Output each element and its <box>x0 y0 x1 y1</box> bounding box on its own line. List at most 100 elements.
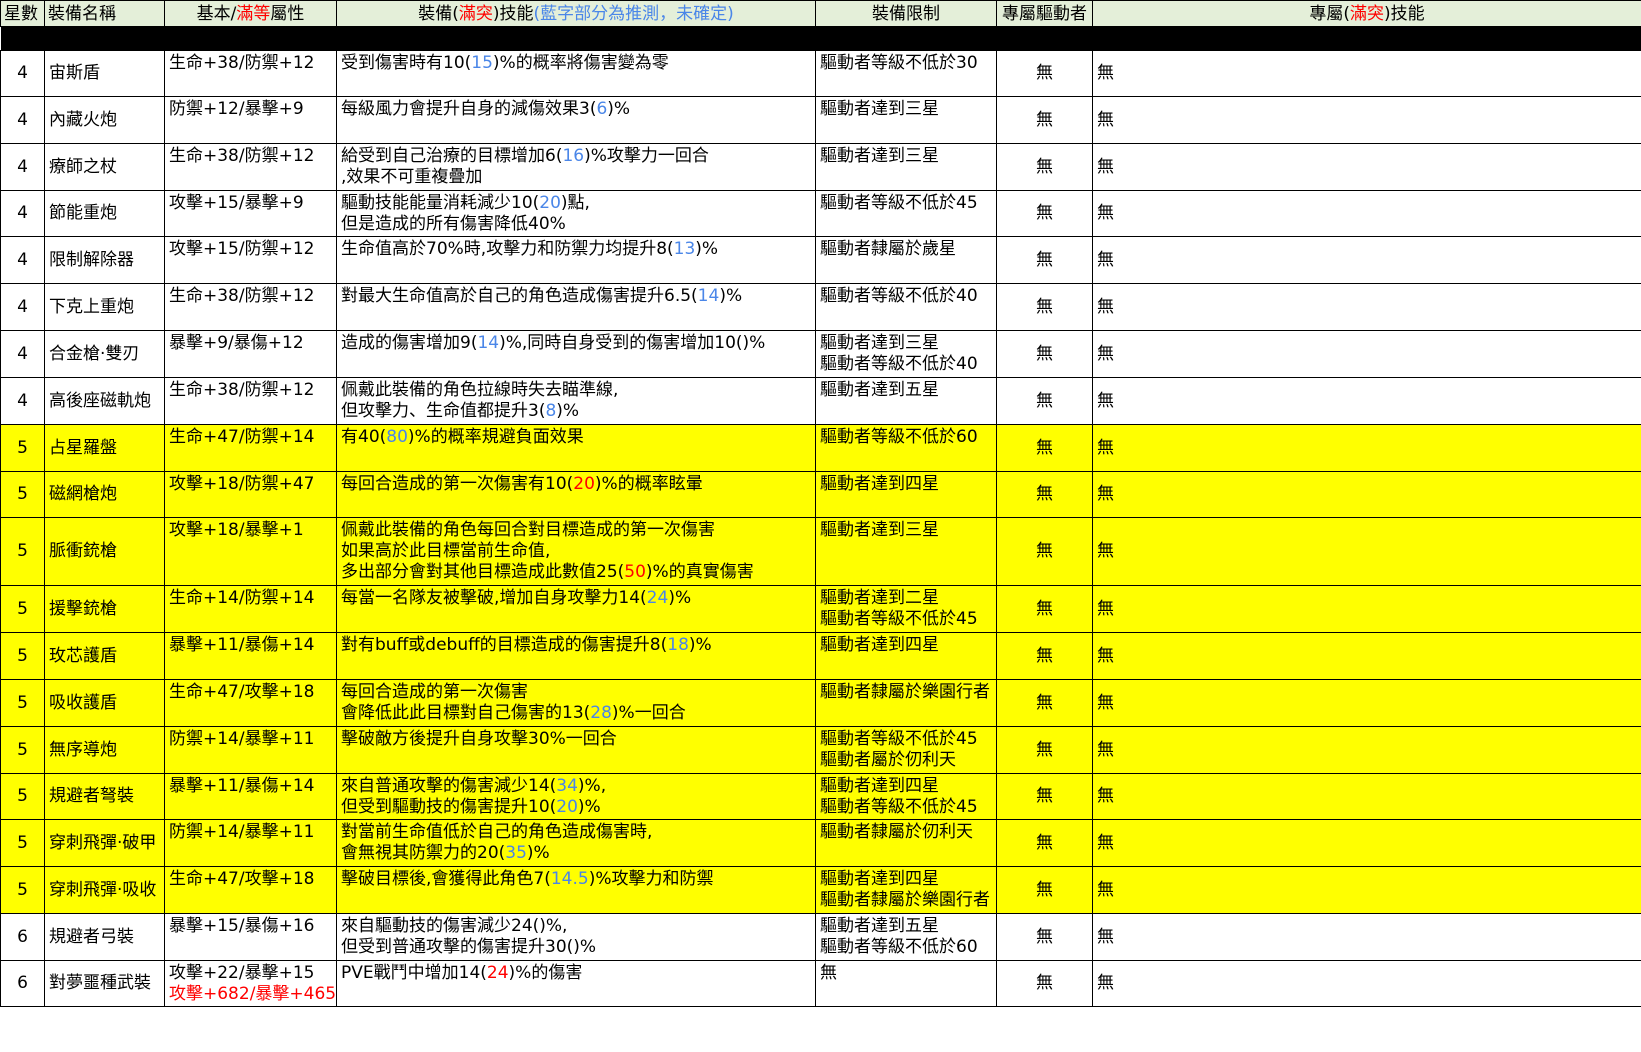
equipment-name-cell[interactable]: 玫芯護盾 <box>44 632 165 680</box>
star-cell[interactable]: 4 <box>0 190 45 237</box>
header-limit[interactable]: 裝備限制 <box>815 0 997 27</box>
stat-cell[interactable]: 生命+38/防禦+12 <box>164 377 337 425</box>
star-cell[interactable]: 5 <box>0 424 45 472</box>
star-cell[interactable]: 5 <box>0 585 45 633</box>
exclusive-skill-cell[interactable]: 無 <box>1092 424 1641 472</box>
header-name[interactable]: 裝備名稱 <box>44 0 165 27</box>
limit-cell[interactable]: 驅動者達到五星 <box>815 377 997 425</box>
exclusive-driver-cell[interactable]: 無 <box>996 726 1093 774</box>
star-cell[interactable]: 4 <box>0 143 45 191</box>
limit-cell[interactable]: 驅動者達到三星 驅動者等級不低於40 <box>815 330 997 378</box>
exclusive-driver-cell[interactable]: 無 <box>996 236 1093 284</box>
stat-cell[interactable]: 防禦+14/暴擊+11 <box>164 726 337 774</box>
skill-cell[interactable]: 擊破敵方後提升自身攻擊30%一回合 <box>336 726 816 774</box>
exclusive-driver-cell[interactable]: 無 <box>996 913 1093 961</box>
stat-cell[interactable]: 攻擊+18/暴擊+1 <box>164 517 337 586</box>
limit-cell[interactable]: 驅動者隸屬於歲星 <box>815 236 997 284</box>
exclusive-skill-cell[interactable]: 無 <box>1092 773 1641 820</box>
stat-cell[interactable]: 攻擊+15/防禦+12 <box>164 236 337 284</box>
stat-cell[interactable]: 暴擊+9/暴傷+12 <box>164 330 337 378</box>
exclusive-driver-cell[interactable]: 無 <box>996 424 1093 472</box>
star-cell[interactable]: 4 <box>0 50 45 97</box>
exclusive-driver-cell[interactable]: 無 <box>996 773 1093 820</box>
limit-cell[interactable]: 驅動者達到四星 驅動者隸屬於樂園行者 <box>815 866 997 914</box>
equipment-name-cell[interactable]: 脈衝銃槍 <box>44 517 165 586</box>
limit-cell[interactable]: 驅動者達到三星 <box>815 517 997 586</box>
equipment-name-cell[interactable]: 高後座磁軌炮 <box>44 377 165 425</box>
equipment-name-cell[interactable]: 規避者弩裝 <box>44 773 165 820</box>
equipment-name-cell[interactable]: 內藏火炮 <box>44 96 165 144</box>
exclusive-driver-cell[interactable]: 無 <box>996 330 1093 378</box>
stat-cell[interactable]: 生命+47/防禦+14 <box>164 424 337 472</box>
skill-cell[interactable]: 每回合造成的第一次傷害 會降低此此目標對自己傷害的13(28)%一回合 <box>336 679 816 727</box>
skill-cell[interactable]: 給受到自己治療的目標增加6(16)%攻擊力一回合 ,效果不可重複疊加 <box>336 143 816 191</box>
exclusive-skill-cell[interactable]: 無 <box>1092 96 1641 144</box>
header-star[interactable]: 星數 <box>0 0 45 27</box>
skill-cell[interactable]: 佩戴此裝備的角色每回合對目標造成的第一次傷害 如果高於此目標當前生命值, 多出部分會… <box>336 517 816 586</box>
equipment-name-cell[interactable]: 下克上重炮 <box>44 283 165 331</box>
star-cell[interactable]: 5 <box>0 471 45 518</box>
skill-cell[interactable]: 每回合造成的第一次傷害有10(20)%的概率眩暈 <box>336 471 816 518</box>
star-cell[interactable]: 4 <box>0 283 45 331</box>
limit-cell[interactable]: 驅動者達到四星 <box>815 632 997 680</box>
equipment-name-cell[interactable]: 限制解除器 <box>44 236 165 284</box>
limit-cell[interactable]: 驅動者達到四星 驅動者等級不低於45 <box>815 773 997 820</box>
exclusive-driver-cell[interactable]: 無 <box>996 283 1093 331</box>
exclusive-skill-cell[interactable]: 無 <box>1092 143 1641 191</box>
stat-cell[interactable]: 防禦+12/暴擊+9 <box>164 96 337 144</box>
exclusive-skill-cell[interactable]: 無 <box>1092 517 1641 586</box>
stat-cell[interactable]: 攻擊+22/暴擊+15 攻擊+682/暴擊+465 <box>164 960 337 1007</box>
star-cell[interactable]: 4 <box>0 330 45 378</box>
skill-cell[interactable]: 對當前生命值低於自己的角色造成傷害時, 會無視其防禦力的20(35)% <box>336 819 816 867</box>
skill-cell[interactable]: 造成的傷害增加9(14)%,同時自身受到的傷害增加10()% <box>336 330 816 378</box>
limit-cell[interactable]: 驅動者等級不低於45 <box>815 190 997 237</box>
stat-cell[interactable]: 暴擊+11/暴傷+14 <box>164 632 337 680</box>
exclusive-driver-cell[interactable]: 無 <box>996 632 1093 680</box>
equipment-name-cell[interactable]: 穿刺飛彈·破甲 <box>44 819 165 867</box>
exclusive-driver-cell[interactable]: 無 <box>996 96 1093 144</box>
skill-cell[interactable]: 受到傷害時有10(15)%的概率將傷害變為零 <box>336 50 816 97</box>
limit-cell[interactable]: 驅動者隸屬於仞利天 <box>815 819 997 867</box>
exclusive-skill-cell[interactable]: 無 <box>1092 819 1641 867</box>
equipment-name-cell[interactable]: 節能重炮 <box>44 190 165 237</box>
star-cell[interactable]: 4 <box>0 96 45 144</box>
exclusive-skill-cell[interactable]: 無 <box>1092 679 1641 727</box>
skill-cell[interactable]: 生命值高於70%時,攻擊力和防禦力均提升8(13)% <box>336 236 816 284</box>
star-cell[interactable]: 5 <box>0 726 45 774</box>
limit-cell[interactable]: 驅動者達到三星 <box>815 96 997 144</box>
exclusive-skill-cell[interactable]: 無 <box>1092 236 1641 284</box>
exclusive-driver-cell[interactable]: 無 <box>996 679 1093 727</box>
header-stat[interactable]: 基本/滿等屬性 <box>164 0 337 27</box>
exclusive-skill-cell[interactable]: 無 <box>1092 632 1641 680</box>
limit-cell[interactable]: 驅動者達到二星 驅動者等級不低於45 <box>815 585 997 633</box>
header-driver[interactable]: 專屬驅動者 <box>996 0 1093 27</box>
exclusive-skill-cell[interactable]: 無 <box>1092 50 1641 97</box>
star-cell[interactable]: 6 <box>0 960 45 1007</box>
star-cell[interactable]: 5 <box>0 819 45 867</box>
star-cell[interactable]: 5 <box>0 679 45 727</box>
limit-cell[interactable]: 驅動者達到五星 驅動者等級不低於60 <box>815 913 997 961</box>
exclusive-skill-cell[interactable]: 無 <box>1092 471 1641 518</box>
skill-cell[interactable]: 來自驅動技的傷害減少24()%, 但受到普通攻擊的傷害提升30()% <box>336 913 816 961</box>
equipment-name-cell[interactable]: 援擊銃槍 <box>44 585 165 633</box>
exclusive-driver-cell[interactable]: 無 <box>996 143 1093 191</box>
stat-cell[interactable]: 生命+38/防禦+12 <box>164 50 337 97</box>
stat-cell[interactable]: 生命+38/防禦+12 <box>164 143 337 191</box>
limit-cell[interactable]: 驅動者等級不低於45 驅動者屬於仞利天 <box>815 726 997 774</box>
exclusive-skill-cell[interactable]: 無 <box>1092 913 1641 961</box>
stat-cell[interactable]: 暴擊+11/暴傷+14 <box>164 773 337 820</box>
equipment-name-cell[interactable]: 宙斯盾 <box>44 50 165 97</box>
exclusive-driver-cell[interactable]: 無 <box>996 190 1093 237</box>
limit-cell[interactable]: 驅動者等級不低於60 <box>815 424 997 472</box>
star-cell[interactable]: 5 <box>0 773 45 820</box>
exclusive-skill-cell[interactable]: 無 <box>1092 585 1641 633</box>
skill-cell[interactable]: 佩戴此裝備的角色拉線時失去瞄準線, 但攻擊力、生命值都提升3(8)% <box>336 377 816 425</box>
equipment-name-cell[interactable]: 穿刺飛彈·吸收 <box>44 866 165 914</box>
header-exclusive-skill[interactable]: 專屬(滿突)技能 <box>1092 0 1641 27</box>
equipment-name-cell[interactable]: 占星羅盤 <box>44 424 165 472</box>
stat-cell[interactable]: 防禦+14/暴擊+11 <box>164 819 337 867</box>
star-cell[interactable]: 5 <box>0 517 45 586</box>
star-cell[interactable]: 4 <box>0 236 45 284</box>
stat-cell[interactable]: 生命+38/防禦+12 <box>164 283 337 331</box>
equipment-name-cell[interactable]: 規避者弓裝 <box>44 913 165 961</box>
